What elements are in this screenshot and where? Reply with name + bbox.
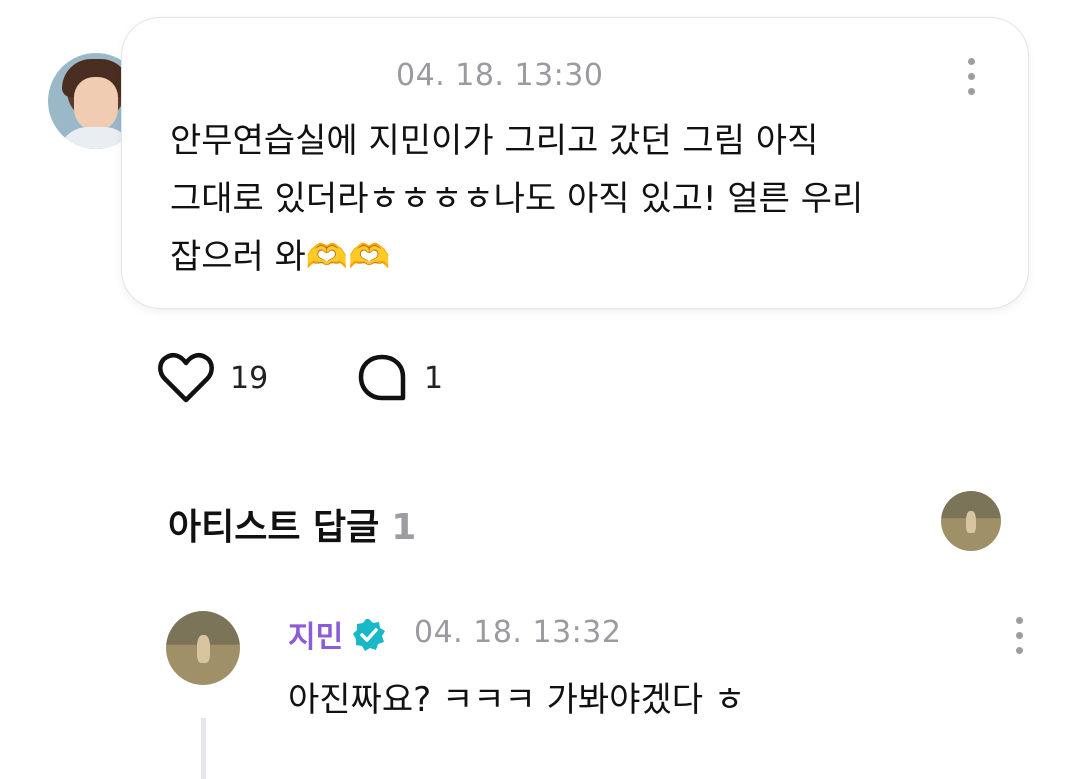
reply-author-name[interactable]: 지민 [288, 612, 343, 656]
comment-count: 1 [424, 360, 444, 396]
more-dot [1016, 647, 1023, 654]
avatar-face [74, 77, 118, 131]
artist-replies-title: 아티스트 답글 [168, 507, 380, 548]
thread-connector-line [201, 718, 206, 779]
avatar-dog-figure [197, 635, 210, 663]
reply-more-icon[interactable] [1014, 617, 1024, 657]
artist-avatar-thumbnail[interactable] [941, 491, 1001, 551]
artist-replies-header: 아티스트 답글 1 [168, 498, 416, 550]
more-dot [1016, 617, 1023, 624]
heart-icon [158, 353, 214, 403]
reply-text: 아진짜요? ㅋㅋㅋ 가봐야겠다 ㅎ [288, 680, 746, 720]
more-dot [968, 88, 975, 95]
more-dot [1016, 632, 1023, 639]
like-count: 19 [230, 360, 269, 396]
post-more-icon[interactable] [966, 58, 976, 98]
artist-replies-count: 1 [391, 507, 417, 548]
avatar-dog-figure [966, 511, 976, 533]
more-dot [968, 58, 975, 65]
comment-bubble-icon [358, 354, 406, 401]
like-button[interactable]: 19 [158, 350, 268, 406]
comment-button[interactable]: 1 [356, 350, 443, 406]
more-dot [968, 73, 975, 80]
comment-thread-page: 04. 18. 13:30 안무연습실에 지민이가 그리고 갔던 그림 아직 그… [0, 0, 1080, 779]
verified-badge-icon [353, 619, 385, 651]
post-timestamp: 04. 18. 13:30 [396, 58, 604, 93]
post-body: 안무연습실에 지민이가 그리고 갔던 그림 아직 그대로 있더라ㅎㅎㅎㅎ나도 아… [170, 121, 864, 277]
reply-author-avatar[interactable] [166, 611, 240, 685]
reply-timestamp: 04. 18. 13:32 [414, 615, 622, 650]
post-card: 04. 18. 13:30 안무연습실에 지민이가 그리고 갔던 그림 아직 그… [122, 18, 1028, 308]
